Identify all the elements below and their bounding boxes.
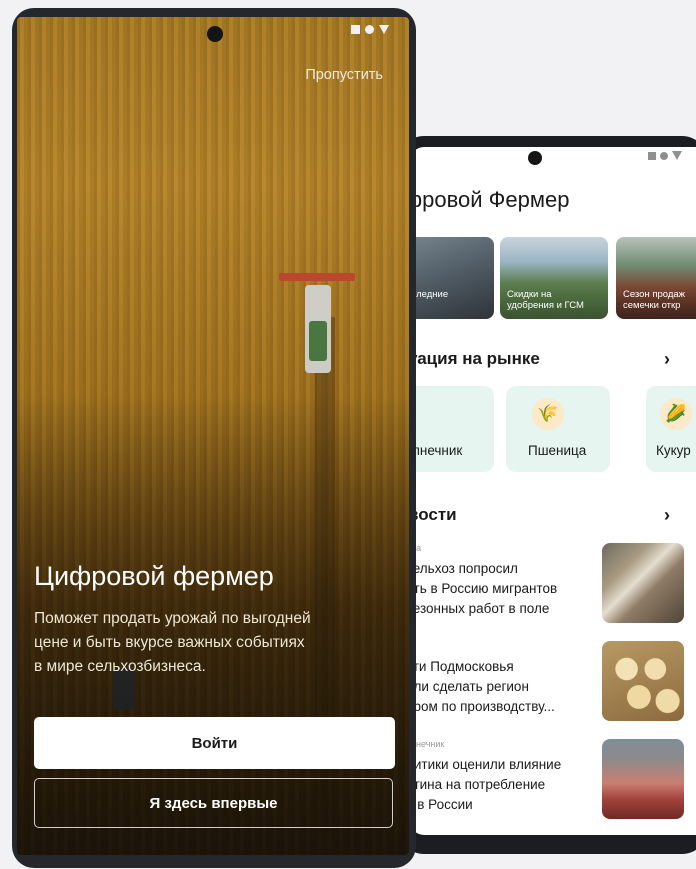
skip-link[interactable]: Пропустить [305, 67, 383, 83]
story-card[interactable]: Скидки на удобрения и ГСМ [500, 237, 608, 319]
status-circle-icon [365, 25, 374, 34]
news-thumbnail[interactable] [602, 739, 684, 819]
app-title: фровой Фермер [410, 187, 570, 212]
crop-label: Пшеница [528, 443, 587, 458]
story-caption: Сезон продаж семечки откр [623, 289, 686, 311]
status-bar [648, 151, 682, 160]
onboarding-screen: Пропустить Цифровой фермер Поможет прода… [17, 17, 409, 855]
news-thumbnail[interactable] [602, 543, 684, 623]
news-item[interactable]: сти Подмосковья или сделать регион ером … [410, 641, 588, 717]
login-button[interactable]: Войти [34, 717, 395, 769]
status-triangle-icon [379, 25, 389, 34]
status-square-icon [351, 25, 360, 34]
crop-card-wheat[interactable]: 🌾 Пшеница [506, 386, 610, 472]
status-square-icon [648, 151, 656, 160]
status-circle-icon [660, 151, 668, 160]
news-category: ица [410, 543, 588, 553]
news-category: олнечник [410, 739, 445, 749]
onboarding-description: Поможет продать урожай по выгодней цене … [34, 610, 311, 675]
story-caption: Скидки на удобрения и ГСМ [507, 289, 584, 311]
news-section-title[interactable]: вости [410, 505, 457, 525]
news-item[interactable]: олнечник литики оценили влияние нтина на… [410, 739, 588, 815]
first-time-button[interactable]: Я здесь впервые [34, 778, 393, 828]
onboarding-title: Цифровой фермер [34, 561, 274, 591]
market-section-title[interactable]: уация на рынке [410, 349, 540, 369]
news-thumbnail[interactable] [602, 641, 684, 721]
crop-card-corn[interactable]: 🌽 Кукур [646, 386, 696, 472]
status-triangle-icon [672, 151, 682, 160]
crop-card-sunflower[interactable]: 🌻 дсолнечник [410, 386, 494, 472]
chevron-right-icon[interactable]: › [664, 349, 670, 370]
camera-hole [207, 26, 223, 42]
camera-hole [528, 151, 542, 165]
wheat-icon: 🌾 [532, 398, 564, 430]
back-phone-screen: фровой Фермер и последние тки Скидки на … [410, 147, 696, 835]
status-bar [351, 25, 389, 34]
corn-icon: 🌽 [660, 398, 692, 430]
news-headline: литики оценили влияние нтина на потребле… [410, 757, 562, 812]
story-caption: и последние тки [410, 289, 449, 300]
news-category [410, 641, 588, 651]
story-card[interactable]: и последние тки [410, 237, 494, 319]
news-headline: сельхоз попросил ить в Россию мигрантов … [410, 561, 558, 616]
news-headline: сти Подмосковья или сделать регион ером … [410, 659, 555, 714]
news-item[interactable]: ица сельхоз попросил ить в Россию мигран… [410, 543, 588, 619]
story-card[interactable]: Сезон продаж семечки откр [616, 237, 696, 319]
crop-label: Кукур [656, 443, 691, 458]
crop-label: дсолнечник [410, 443, 463, 458]
chevron-right-icon[interactable]: › [664, 505, 670, 526]
